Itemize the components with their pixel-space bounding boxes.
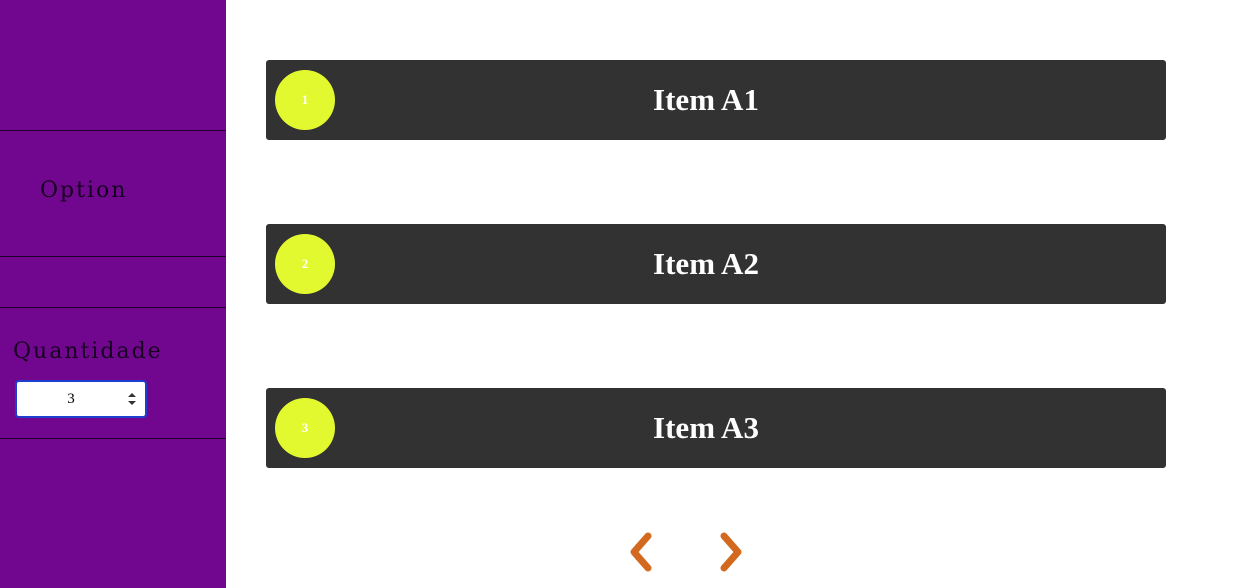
item-card[interactable]: 2 Item A2: [266, 224, 1166, 304]
sidebar-divider: [0, 256, 226, 257]
sidebar-divider: [0, 438, 226, 439]
item-title: Item A3: [653, 410, 759, 445]
sidebar: Option Quantidade: [0, 0, 226, 588]
sidebar-divider: [0, 130, 226, 131]
item-title: Item A2: [653, 246, 759, 281]
spinner-arrows-icon[interactable]: [127, 391, 137, 407]
app: Option Quantidade 1 Item A1 2 Item A2 3 …: [0, 0, 1256, 588]
quantity-stepper[interactable]: [15, 380, 147, 418]
sidebar-divider: [0, 307, 226, 308]
quantity-input[interactable]: [17, 382, 125, 416]
sidebar-option-label[interactable]: Option: [40, 178, 127, 203]
quantity-label: Quantidade: [13, 339, 163, 364]
main-content: 1 Item A1 2 Item A2 3 Item A3: [226, 0, 1256, 588]
item-card[interactable]: 3 Item A3: [266, 388, 1166, 468]
chevron-left-icon[interactable]: [622, 530, 662, 574]
item-card[interactable]: 1 Item A1: [266, 60, 1166, 140]
chevron-right-icon[interactable]: [710, 530, 750, 574]
item-title: Item A1: [653, 82, 759, 117]
